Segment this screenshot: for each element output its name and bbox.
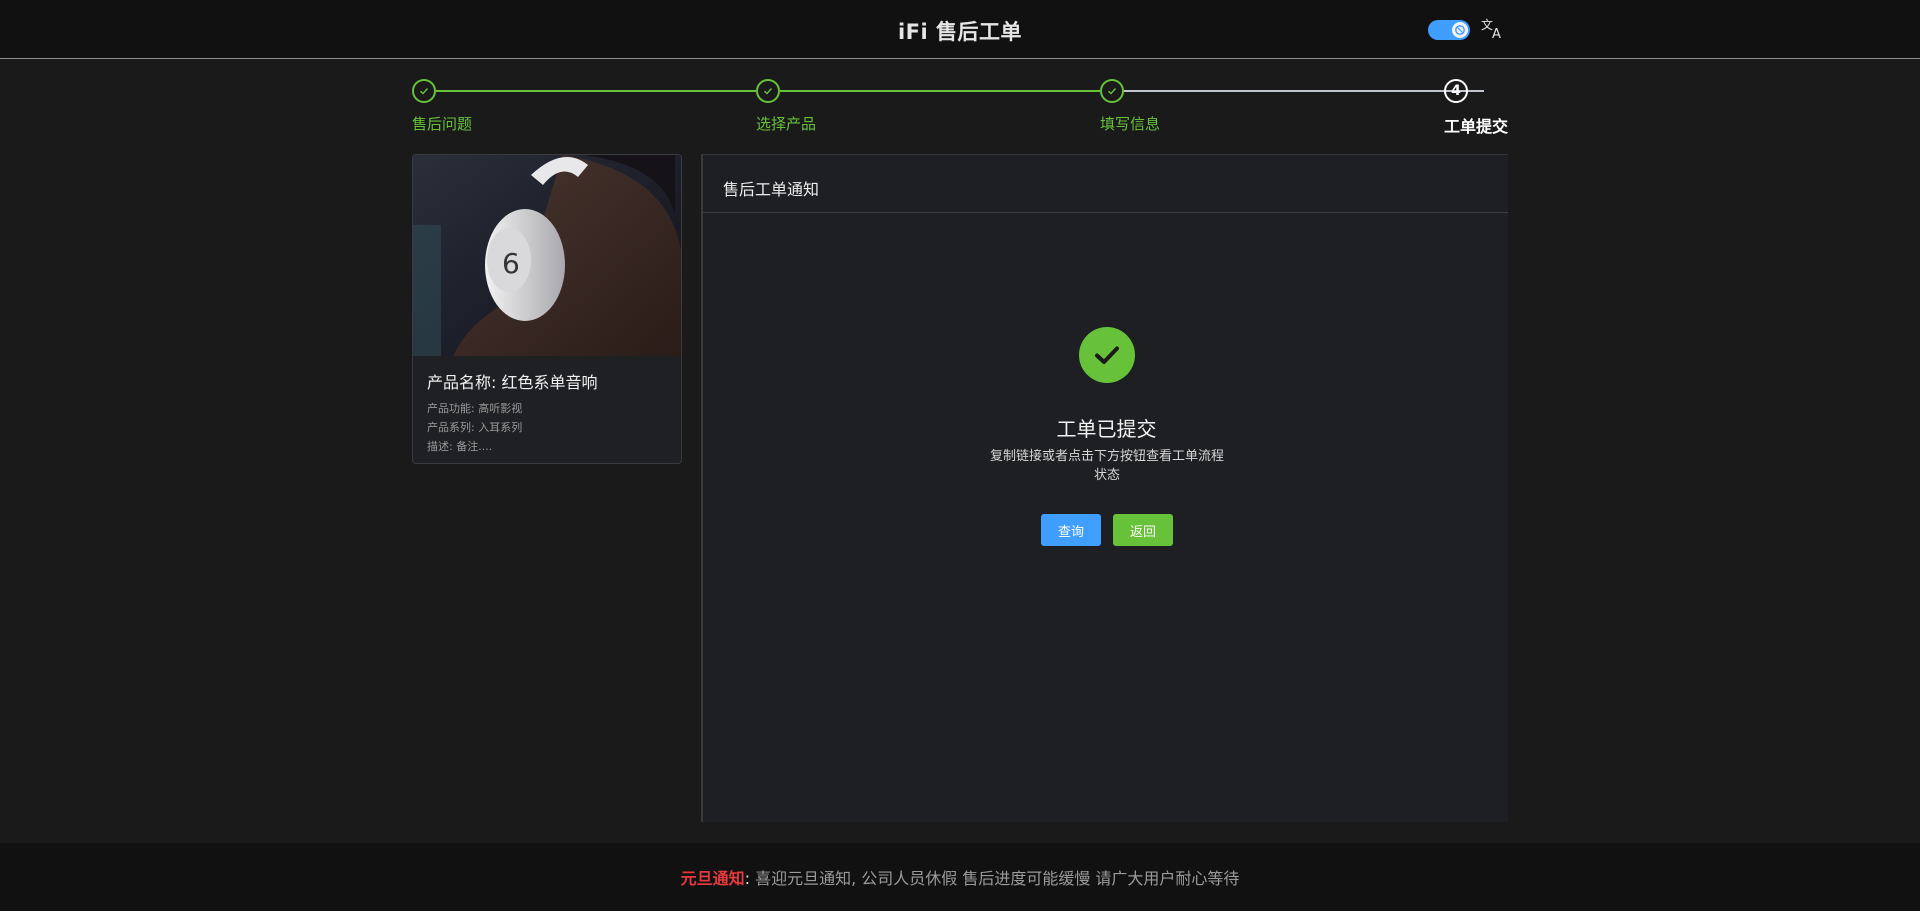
product-series: 产品系列: 入耳系列	[427, 421, 523, 434]
back-button[interactable]: 返回	[1113, 514, 1173, 546]
check-icon	[412, 79, 436, 103]
moon-icon	[1452, 22, 1468, 38]
check-icon	[1100, 79, 1124, 103]
notice-text: 喜迎元旦通知, 公司人员休假 售后进度可能缓慢 请广大用户耐心等待	[749, 869, 1240, 888]
product-image: 6	[413, 155, 681, 356]
product-name: 产品名称: 红色系单音响	[427, 373, 598, 392]
step-number: 4	[1444, 79, 1468, 103]
top-header: iFi 售后工单 文 A	[0, 0, 1920, 59]
notice-tag: 元旦通知	[680, 869, 745, 888]
check-icon	[756, 79, 780, 103]
query-button[interactable]: 查询	[1041, 514, 1101, 546]
product-info: 产品名称: 红色系单音响 产品功能: 高听影视 产品系列: 入耳系列 描述: 备…	[427, 369, 677, 456]
svg-text:A: A	[1492, 27, 1501, 40]
page-title: iFi 售后工单	[897, 20, 1023, 44]
product-function: 产品功能: 高听影视	[427, 402, 523, 415]
step-connector-2	[780, 90, 1100, 92]
progress-steps: 售后问题 选择产品 填写信息 4 工单提交	[412, 79, 1508, 139]
theme-toggle-switch[interactable]	[1428, 20, 1470, 40]
step-label: 工单提交	[1444, 117, 1509, 136]
panel-title: 售后工单通知	[703, 155, 1508, 213]
result-title: 工单已提交	[1056, 417, 1157, 441]
product-card[interactable]: 6 产品名称: 红色系单音响 产品功能: 高听影视 产品系列: 入耳系列 描述:…	[412, 154, 682, 464]
notice-panel: 售后工单通知 工单已提交 复制链接或者点击下方按钮查看工单流程状态 查询 返回	[701, 154, 1508, 822]
step-label: 售后问题	[412, 115, 473, 133]
product-description: 描述: 备注....	[427, 440, 493, 453]
success-check-icon	[1079, 327, 1135, 383]
step-connector-1	[436, 90, 756, 92]
step-label: 选择产品	[756, 115, 817, 133]
step-connector-3	[1124, 90, 1484, 92]
result-subtitle: 复制链接或者点击下方按钮查看工单流程状态	[989, 449, 1224, 483]
translate-icon[interactable]: 文 A	[1480, 16, 1504, 42]
step-label: 填写信息	[1100, 115, 1161, 133]
footer-notice: 元旦通知: 喜迎元旦通知, 公司人员休假 售后进度可能缓慢 请广大用户耐心等待	[0, 843, 1920, 911]
svg-text:6: 6	[502, 247, 520, 280]
